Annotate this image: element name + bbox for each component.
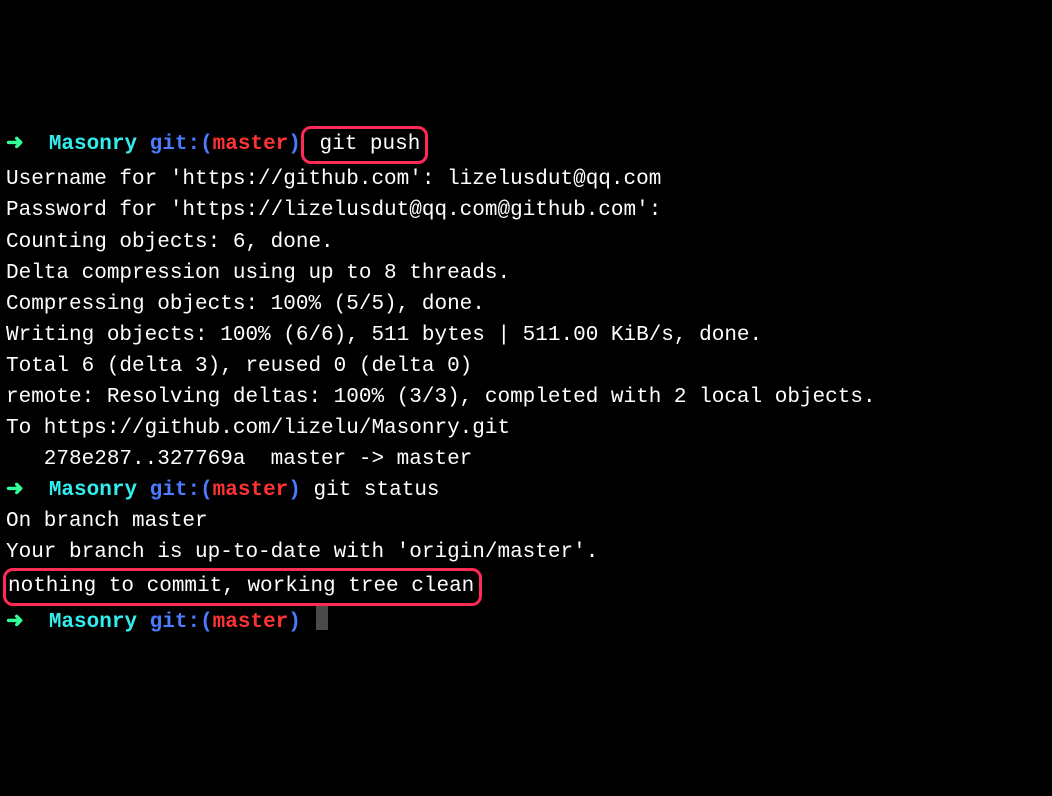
prompt-git-label: git:( [150, 133, 213, 156]
highlight-git-push: git push [301, 126, 428, 164]
output-line: Delta compression using up to 8 threads. [6, 258, 1046, 289]
command-text: git status [301, 479, 440, 502]
prompt-branch: master [213, 479, 289, 502]
output-line: Compressing objects: 100% (5/5), done. [6, 289, 1046, 320]
highlight-nothing-to-commit: nothing to commit, working tree clean [3, 568, 482, 606]
output-line: To https://github.com/lizelu/Masonry.git [6, 413, 1046, 444]
output-line: Writing objects: 100% (6/6), 511 bytes |… [6, 320, 1046, 351]
prompt-dir: Masonry [49, 611, 137, 634]
output-line-highlighted: nothing to commit, working tree clean [6, 568, 1046, 606]
output-line: Password for 'https://lizelusdut@qq.com@… [6, 195, 1046, 226]
command-text: git push [307, 133, 420, 156]
prompt-line-3: ➜ Masonry git:(master) [6, 606, 1046, 638]
prompt-dir: Masonry [49, 479, 137, 502]
prompt-dir: Masonry [49, 133, 137, 156]
output-line: Counting objects: 6, done. [6, 227, 1046, 258]
cursor [316, 606, 328, 630]
output-line: On branch master [6, 506, 1046, 537]
prompt-line-1: ➜ Masonry git:(master) git push [6, 126, 1046, 164]
prompt-arrow: ➜ [6, 611, 24, 634]
prompt-arrow: ➜ [6, 133, 24, 156]
prompt-line-2: ➜ Masonry git:(master) git status [6, 475, 1046, 506]
prompt-git-label: git:( [150, 479, 213, 502]
output-text: nothing to commit, working tree clean [8, 575, 474, 598]
prompt-paren-close: ) [288, 611, 301, 634]
prompt-branch: master [213, 133, 289, 156]
output-line: Your branch is up-to-date with 'origin/m… [6, 537, 1046, 568]
prompt-paren-close: ) [288, 133, 301, 156]
prompt-paren-close: ) [288, 479, 301, 502]
prompt-branch: master [213, 611, 289, 634]
terminal-output[interactable]: ➜ Masonry git:(master) git pushUsername … [0, 124, 1052, 640]
prompt-arrow: ➜ [6, 479, 24, 502]
prompt-git-label: git:( [150, 611, 213, 634]
output-line: Total 6 (delta 3), reused 0 (delta 0) [6, 351, 1046, 382]
output-line: remote: Resolving deltas: 100% (3/3), co… [6, 382, 1046, 413]
output-line: Username for 'https://github.com': lizel… [6, 164, 1046, 195]
output-line: 278e287..327769a master -> master [6, 444, 1046, 475]
